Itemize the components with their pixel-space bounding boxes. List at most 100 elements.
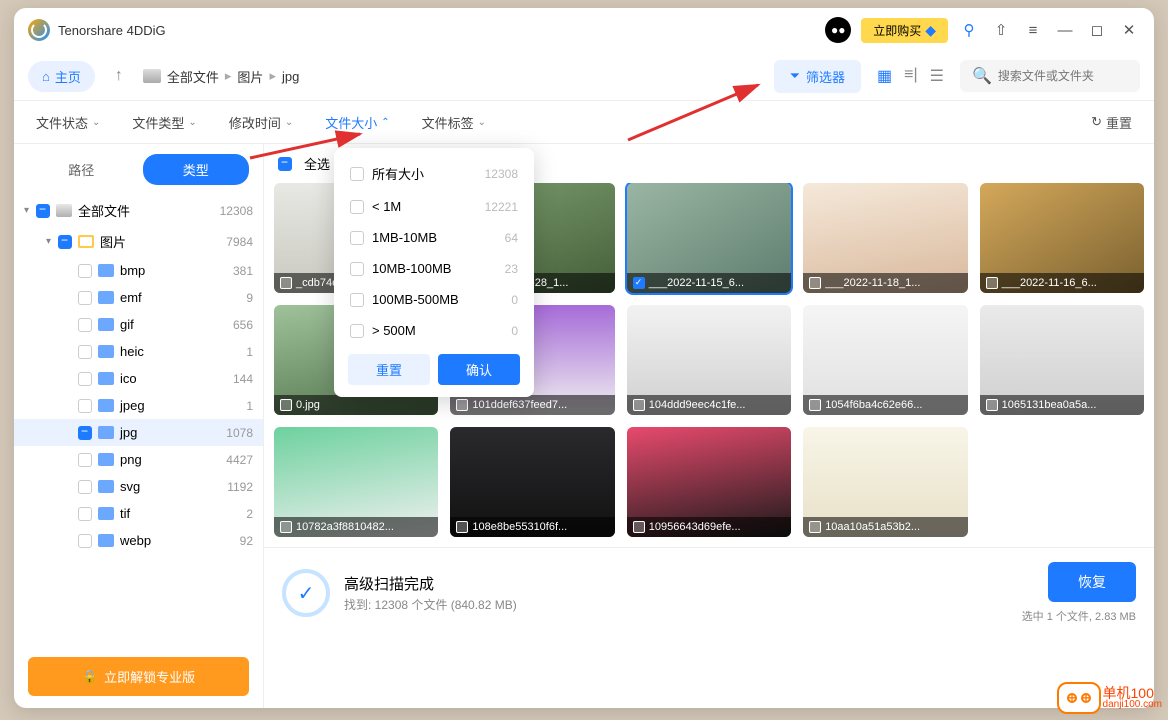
checkbox[interactable] xyxy=(78,291,92,305)
checkbox[interactable] xyxy=(350,231,364,245)
checkbox[interactable] xyxy=(78,399,92,413)
share-icon[interactable]: ⇧ xyxy=(990,19,1012,41)
detail-view-icon[interactable]: ☰ xyxy=(930,66,944,86)
checkbox[interactable] xyxy=(78,345,92,359)
tree-item-webp[interactable]: webp 92 xyxy=(14,527,263,554)
checkbox[interactable] xyxy=(78,453,92,467)
breadcrumb-item[interactable]: jpg xyxy=(282,69,299,84)
checkbox[interactable] xyxy=(78,264,92,278)
checkbox[interactable] xyxy=(809,521,821,533)
search-box[interactable]: 🔍 xyxy=(960,60,1140,92)
filter-file-type[interactable]: 文件类型⌄ xyxy=(132,113,196,132)
thumbnail[interactable]: ___2022-11-15_6... xyxy=(627,183,791,293)
checkbox[interactable] xyxy=(280,521,292,533)
tab-path[interactable]: 路径 xyxy=(28,154,135,185)
maximize-icon[interactable]: ◻ xyxy=(1086,19,1108,41)
tree-item-emf[interactable]: emf 9 xyxy=(14,284,263,311)
checkbox[interactable] xyxy=(78,507,92,521)
checkbox[interactable] xyxy=(58,235,72,249)
chevron-down-icon[interactable]: ▾ xyxy=(24,205,36,216)
thumbnail[interactable]: 10aa10a51a53b2... xyxy=(803,427,967,537)
checkbox[interactable] xyxy=(36,204,50,218)
checkbox[interactable] xyxy=(350,200,364,214)
checkbox[interactable] xyxy=(278,157,292,171)
filter-file-status[interactable]: 文件状态⌄ xyxy=(36,113,100,132)
watermark-logo-icon xyxy=(1057,682,1101,714)
checkbox[interactable] xyxy=(78,534,92,548)
thumbnail[interactable]: 104ddd9eec4c1fe... xyxy=(627,305,791,415)
checkbox[interactable] xyxy=(633,399,645,411)
tree-item-gif[interactable]: gif 656 xyxy=(14,311,263,338)
funnel-icon: ⏷ xyxy=(790,68,800,84)
chevron-down-icon[interactable]: ▾ xyxy=(46,236,58,247)
key-icon[interactable]: ⚲ xyxy=(958,19,980,41)
breadcrumb-item[interactable]: 图片 xyxy=(237,67,263,86)
checkbox[interactable] xyxy=(350,293,364,307)
dropdown-option[interactable]: < 1M 12221 xyxy=(334,191,534,222)
checkbox[interactable] xyxy=(456,399,468,411)
checkbox[interactable] xyxy=(350,324,364,338)
dropdown-option[interactable]: 1MB-10MB 64 xyxy=(334,222,534,253)
checkbox[interactable] xyxy=(456,521,468,533)
checkbox[interactable] xyxy=(986,399,998,411)
filter-file-size[interactable]: 文件大小⌃ xyxy=(325,113,389,132)
checkbox[interactable] xyxy=(280,399,292,411)
filter-button[interactable]: ⏷ 筛选器 xyxy=(774,60,861,93)
checkbox[interactable] xyxy=(350,167,364,181)
tree-item-png[interactable]: png 4427 xyxy=(14,446,263,473)
checkbox[interactable] xyxy=(633,521,645,533)
list-view-icon[interactable]: ≡| xyxy=(904,66,918,86)
tree-item-bmp[interactable]: bmp 381 xyxy=(14,257,263,284)
thumbnail[interactable]: 10782a3f8810482... xyxy=(274,427,438,537)
dropdown-ok-button[interactable]: 确认 xyxy=(438,354,520,385)
tree-pictures[interactable]: ▾ 图片 7984 xyxy=(14,226,263,257)
checkbox[interactable] xyxy=(78,480,92,494)
thumbnail[interactable]: 1065131bea0a5a... xyxy=(980,305,1144,415)
thumbnail[interactable]: 10956643d69efe... xyxy=(627,427,791,537)
buy-button[interactable]: 立即购买 ◆ xyxy=(861,18,948,43)
filter-file-tag[interactable]: 文件标签⌄ xyxy=(422,113,486,132)
dropdown-option[interactable]: > 500M 0 xyxy=(334,315,534,346)
checkbox[interactable] xyxy=(809,277,821,289)
menu-icon[interactable]: ≡ xyxy=(1022,19,1044,41)
thumbnail[interactable]: 1054f6ba4c62e66... xyxy=(803,305,967,415)
reset-filters[interactable]: ↻重置 xyxy=(1091,113,1132,132)
checkbox[interactable] xyxy=(350,262,364,276)
checkbox[interactable] xyxy=(986,277,998,289)
checkbox[interactable] xyxy=(78,318,92,332)
dropdown-option[interactable]: 10MB-100MB 23 xyxy=(334,253,534,284)
checkbox[interactable] xyxy=(78,372,92,386)
search-input[interactable] xyxy=(998,69,1153,83)
recover-button[interactable]: 恢复 xyxy=(1048,562,1136,602)
up-button[interactable]: ↑ xyxy=(107,63,131,89)
tab-type[interactable]: 类型 xyxy=(143,154,250,185)
tree-root[interactable]: ▾ 全部文件 12308 xyxy=(14,195,263,226)
thumbnail[interactable]: ___2022-11-16_6... xyxy=(980,183,1144,293)
dropdown-reset-button[interactable]: 重置 xyxy=(348,354,430,385)
minimize-icon[interactable]: — xyxy=(1054,19,1076,41)
tree-item-jpg[interactable]: jpg 1078 xyxy=(14,419,263,446)
thumbnail[interactable]: 108e8be55310f6f... xyxy=(450,427,614,537)
tree-item-tif[interactable]: tif 2 xyxy=(14,500,263,527)
dropdown-option[interactable]: 100MB-500MB 0 xyxy=(334,284,534,315)
checkbox[interactable] xyxy=(280,277,292,289)
filter-modify-time[interactable]: 修改时间⌄ xyxy=(229,113,293,132)
grid-view-icon[interactable]: ▦ xyxy=(877,66,892,86)
tree-item-ico[interactable]: ico 144 xyxy=(14,365,263,392)
unlock-pro-button[interactable]: 🔒 立即解锁专业版 xyxy=(28,657,249,696)
checkbox[interactable] xyxy=(78,426,92,440)
thumbnail-name: 108e8be55310f6f... xyxy=(472,521,567,533)
dropdown-option[interactable]: 所有大小 12308 xyxy=(334,156,534,191)
checkbox[interactable] xyxy=(633,277,645,289)
folder-icon xyxy=(98,534,114,547)
tree-item-jpeg[interactable]: jpeg 1 xyxy=(14,392,263,419)
home-button[interactable]: ⌂ 主页 xyxy=(28,61,95,92)
tree-item-svg[interactable]: svg 1192 xyxy=(14,473,263,500)
breadcrumb-item[interactable]: 全部文件 xyxy=(167,67,219,86)
tree-item-heic[interactable]: heic 1 xyxy=(14,338,263,365)
folder-icon xyxy=(98,372,114,385)
thumbnail[interactable]: ___2022-11-18_1... xyxy=(803,183,967,293)
checkbox[interactable] xyxy=(809,399,821,411)
close-icon[interactable]: ✕ xyxy=(1118,19,1140,41)
assistant-icon[interactable]: ●● xyxy=(825,17,851,43)
